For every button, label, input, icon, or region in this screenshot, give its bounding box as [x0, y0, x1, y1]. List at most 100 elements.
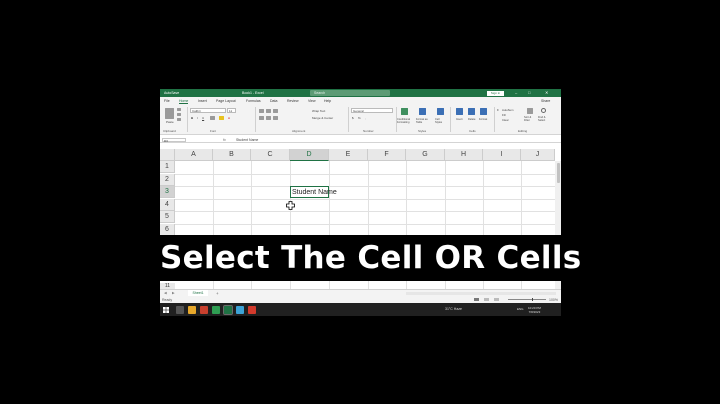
format-painter-icon[interactable] — [177, 118, 181, 121]
underline-icon[interactable]: U — [202, 116, 204, 120]
weather-widget[interactable]: 31°C Haze — [445, 307, 462, 311]
chrome-icon[interactable] — [212, 305, 220, 314]
tab-file[interactable]: File — [164, 99, 170, 103]
tab-page-layout[interactable]: Page Layout — [216, 99, 236, 103]
column-header-a[interactable]: A — [175, 149, 213, 161]
close-icon[interactable]: ✕ — [545, 90, 548, 95]
bold-icon[interactable]: B — [191, 116, 193, 120]
select-all-corner[interactable] — [160, 149, 175, 161]
align-center-icon[interactable] — [266, 116, 271, 120]
minimize-icon[interactable]: – — [515, 90, 517, 95]
column-header-c[interactable]: C — [251, 149, 290, 161]
row-header-3[interactable]: 3 — [160, 186, 175, 199]
sort-filter-icon[interactable] — [527, 108, 533, 114]
find-select-label[interactable]: Find & Select — [538, 116, 551, 122]
cell-styles-icon[interactable] — [437, 108, 444, 115]
tab-review[interactable]: Review — [287, 99, 298, 103]
horizontal-scrollbar[interactable] — [406, 292, 556, 295]
row-header-4[interactable]: 4 — [160, 198, 175, 211]
paste-icon[interactable] — [165, 108, 174, 119]
align-middle-icon[interactable] — [266, 109, 271, 113]
restore-icon[interactable]: □ — [528, 90, 530, 95]
row-header-5[interactable]: 5 — [160, 211, 175, 224]
column-header-h[interactable]: H — [445, 149, 483, 161]
sign-in-button[interactable]: Sign in — [487, 90, 504, 96]
clear-button[interactable]: Clear — [502, 118, 509, 122]
italic-icon[interactable]: I — [197, 116, 198, 120]
tab-data[interactable]: Data — [270, 99, 277, 103]
cell-styles-label[interactable]: Cell Styles — [435, 118, 445, 124]
fill-color-icon[interactable] — [219, 116, 224, 120]
conditional-formatting-icon[interactable] — [401, 108, 408, 115]
tab-help[interactable]: Help — [324, 99, 331, 103]
prev-sheet-icon[interactable]: ◀ — [164, 291, 167, 295]
app-icon[interactable] — [236, 305, 244, 314]
column-header-d[interactable]: D — [290, 149, 329, 161]
sort-filter-label[interactable]: Sort & Filter — [524, 116, 536, 122]
format-as-table-label[interactable]: Format as Table — [416, 118, 430, 124]
tab-insert[interactable]: Insert — [198, 99, 207, 103]
search-box[interactable]: Search — [310, 90, 390, 96]
format-cells-icon[interactable] — [480, 108, 487, 115]
tab-home[interactable]: Home — [179, 99, 189, 104]
find-select-icon[interactable] — [541, 108, 546, 113]
insert-function-icon[interactable]: fx — [223, 138, 226, 142]
font-size-dropdown[interactable]: 11 — [227, 108, 236, 113]
insert-cells-icon[interactable] — [456, 108, 463, 115]
copy-icon[interactable] — [177, 113, 181, 116]
cut-icon[interactable] — [177, 108, 181, 111]
format-cells-label[interactable]: Format — [479, 118, 487, 121]
column-header-e[interactable]: E — [329, 149, 368, 161]
file-explorer-icon[interactable] — [188, 305, 196, 314]
font-color-icon[interactable]: A — [228, 116, 230, 120]
share-button[interactable]: Share — [541, 99, 550, 103]
comma-style-icon[interactable]: , — [365, 116, 366, 120]
row-header-2[interactable]: 2 — [160, 173, 175, 186]
align-left-icon[interactable] — [259, 116, 264, 120]
merge-center-button[interactable]: Merge & Center — [312, 116, 333, 120]
tab-view[interactable]: View — [308, 99, 316, 103]
tab-formulas[interactable]: Formulas — [246, 99, 261, 103]
align-right-icon[interactable] — [273, 116, 278, 120]
format-as-table-icon[interactable] — [419, 108, 426, 115]
column-header-g[interactable]: G — [406, 149, 445, 161]
row-header-6[interactable]: 6 — [160, 223, 175, 236]
percent-icon[interactable]: % — [358, 116, 361, 120]
delete-cells-icon[interactable] — [468, 108, 475, 115]
delete-cells-label[interactable]: Delete — [468, 118, 476, 121]
column-header-b[interactable]: B — [213, 149, 251, 161]
conditional-formatting-label[interactable]: Conditional Formatting — [397, 118, 412, 124]
next-sheet-icon[interactable]: ▶ — [172, 291, 175, 295]
column-header-f[interactable]: F — [368, 149, 406, 161]
zoom-slider[interactable] — [508, 299, 546, 300]
autosave-toggle[interactable]: AutoSave — [164, 91, 179, 95]
language-indicator[interactable]: ENG — [517, 307, 524, 311]
currency-icon[interactable]: $ — [352, 116, 354, 120]
vertical-scroll-thumb[interactable] — [556, 163, 560, 183]
add-sheet-button[interactable]: + — [216, 291, 219, 296]
zoom-level[interactable]: 100% — [549, 298, 558, 302]
clock[interactable]: 10:20 PM 7/8/2023 — [528, 306, 541, 314]
borders-icon[interactable] — [210, 116, 215, 120]
excel-taskbar-icon[interactable] — [223, 304, 233, 315]
app-icon[interactable] — [200, 305, 208, 314]
font-name-dropdown[interactable]: Calibri — [190, 108, 226, 113]
recorder-icon[interactable] — [248, 305, 256, 314]
column-header-i[interactable]: I — [483, 149, 521, 161]
align-top-icon[interactable] — [259, 109, 264, 113]
insert-cells-label[interactable]: Insert — [456, 118, 463, 121]
windows-start-icon[interactable] — [163, 306, 169, 313]
align-bottom-icon[interactable] — [273, 109, 278, 113]
number-format-dropdown[interactable]: General — [351, 108, 393, 113]
name-box[interactable]: D3 — [162, 137, 186, 143]
column-header-j[interactable]: J — [521, 149, 555, 161]
autosum-icon[interactable]: Σ — [497, 108, 499, 112]
fill-button[interactable]: Fill — [502, 113, 506, 117]
view-buttons-icon[interactable] — [474, 298, 502, 301]
wrap-text-button[interactable]: Wrap Text — [312, 109, 325, 113]
formula-input[interactable]: Student Name — [236, 138, 258, 142]
zoom-slider-knob[interactable] — [532, 297, 533, 301]
active-cell-d3[interactable]: Student Name — [290, 186, 337, 199]
row-header-1[interactable]: 1 — [160, 161, 175, 174]
autosum-button[interactable]: AutoSum — [502, 108, 514, 112]
